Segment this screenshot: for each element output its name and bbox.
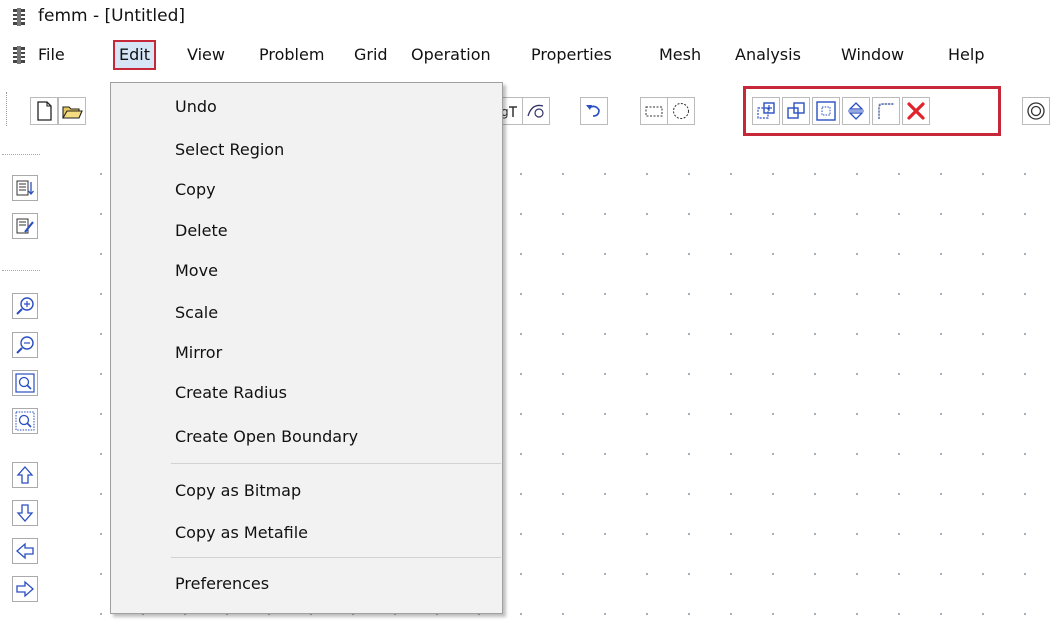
- menu-window[interactable]: Window: [838, 40, 907, 70]
- pan-up-icon[interactable]: [12, 462, 38, 488]
- menu-bar: File Edit View Problem Grid Operation Pr…: [0, 36, 1059, 76]
- left-toolbar: [0, 140, 63, 633]
- edit-list-icon[interactable]: [12, 213, 38, 239]
- circle-arc-icon[interactable]: [522, 97, 550, 125]
- menu-item-scale[interactable]: Scale: [175, 301, 218, 325]
- menu-item-create-radius[interactable]: Create Radius: [175, 381, 287, 405]
- menu-item-select-region[interactable]: Select Region: [175, 138, 284, 162]
- menu-help[interactable]: Help: [945, 40, 987, 70]
- menu-item-copy-as-metafile[interactable]: Copy as Metafile: [175, 521, 308, 545]
- menu-separator: [171, 557, 501, 558]
- title-bar: femm - [Untitled]: [0, 0, 1059, 36]
- menu-operation[interactable]: Operation: [408, 40, 494, 70]
- menu-item-copy[interactable]: Copy: [175, 178, 216, 202]
- show-list-icon[interactable]: [12, 175, 38, 201]
- menu-view[interactable]: View: [184, 40, 228, 70]
- select-circle-icon[interactable]: [667, 97, 695, 125]
- menu-mesh[interactable]: Mesh: [656, 40, 704, 70]
- menu-grid[interactable]: Grid: [351, 40, 391, 70]
- menu-item-mirror[interactable]: Mirror: [175, 341, 222, 365]
- menu-separator: [171, 463, 501, 464]
- edit-menu-dropdown: Undo Select Region Copy Delete Move Scal…: [110, 82, 503, 614]
- menu-item-preferences[interactable]: Preferences: [175, 572, 269, 596]
- menu-edit[interactable]: Edit: [113, 40, 156, 70]
- left-toolbar-grip[interactable]: [2, 154, 40, 158]
- select-rectangle-icon[interactable]: [640, 97, 668, 125]
- menu-item-delete[interactable]: Delete: [175, 219, 228, 243]
- zoom-out-icon[interactable]: [12, 332, 38, 358]
- zoom-in-icon[interactable]: [12, 293, 38, 319]
- menu-properties[interactable]: Properties: [528, 40, 615, 70]
- open-folder-icon[interactable]: [58, 97, 86, 125]
- menu-problem[interactable]: Problem: [256, 40, 327, 70]
- left-toolbar-grip-2[interactable]: [2, 270, 40, 274]
- system-menu-icon[interactable]: [12, 46, 26, 64]
- new-document-icon[interactable]: [30, 97, 58, 125]
- pan-down-icon[interactable]: [12, 500, 38, 526]
- femm-app-icon[interactable]: [12, 8, 26, 26]
- zoom-window-icon[interactable]: [12, 408, 38, 434]
- highlighted-edit-tools: [743, 86, 1001, 136]
- menu-item-create-open-boundary[interactable]: Create Open Boundary: [175, 425, 358, 449]
- menu-file[interactable]: File: [35, 40, 68, 70]
- menu-analysis[interactable]: Analysis: [732, 40, 804, 70]
- menu-item-move[interactable]: Move: [175, 259, 218, 283]
- toolbar-grip[interactable]: [6, 92, 10, 126]
- window-title: femm - [Untitled]: [38, 6, 186, 26]
- undo-icon[interactable]: [580, 97, 608, 125]
- menu-item-undo[interactable]: Undo: [175, 95, 217, 119]
- menu-item-copy-as-bitmap[interactable]: Copy as Bitmap: [175, 479, 301, 503]
- open-boundary-icon[interactable]: [1022, 97, 1050, 125]
- pan-right-icon[interactable]: [12, 576, 38, 602]
- zoom-natural-icon[interactable]: [12, 370, 38, 396]
- pan-left-icon[interactable]: [12, 538, 38, 564]
